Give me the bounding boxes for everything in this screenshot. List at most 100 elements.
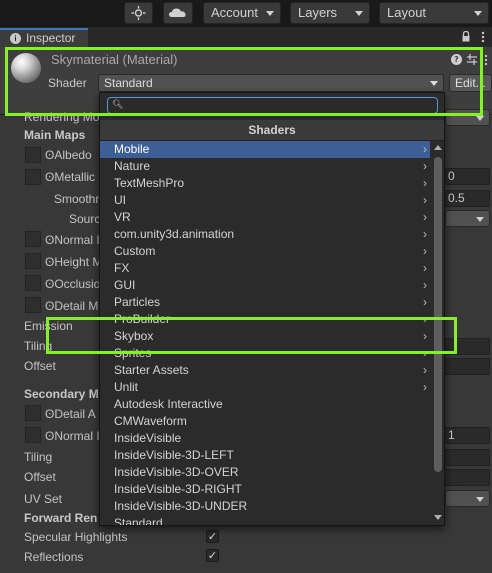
secondary-normal-label: ʘNormal I <box>45 429 100 443</box>
target-icon[interactable]: ʘ <box>45 170 54 184</box>
shader-menu-item-label: VR <box>114 210 131 224</box>
shader-menu-item[interactable]: Standard <box>100 515 430 525</box>
height-map-texture-slot[interactable] <box>25 253 41 269</box>
detail-mask-label: ʘDetail M <box>45 299 98 313</box>
target-icon[interactable]: ʘ <box>45 299 54 313</box>
normal-map-texture-slot[interactable] <box>25 231 41 247</box>
target-icon[interactable]: ʘ <box>45 277 54 291</box>
shader-menu-item-label: Starter Assets <box>114 363 189 377</box>
chevron-right-icon: › <box>423 244 427 258</box>
shader-menu-item-label: InsideVisible-3D-OVER <box>114 465 239 479</box>
chevron-down-icon <box>474 11 482 16</box>
metallic-texture-slot[interactable] <box>25 169 41 185</box>
shader-menu-item-label: CMWaveform <box>114 414 187 428</box>
shader-menu-item[interactable]: InsideVisible-3D-RIGHT <box>100 481 430 498</box>
specular-highlights-label: Specular Highlights <box>24 530 128 544</box>
main-maps-heading: Main Maps <box>24 128 86 142</box>
smoothness-value-field[interactable]: 0.5 <box>444 190 490 207</box>
shader-menu-item[interactable]: Custom › <box>100 243 430 260</box>
tab-inspector[interactable]: i Inspector <box>0 28 88 47</box>
highlight-box-skybox <box>46 317 457 354</box>
target-icon[interactable]: ʘ <box>45 148 54 162</box>
chevron-right-icon: › <box>423 193 427 207</box>
offset-2-label: Offset <box>24 470 56 484</box>
shader-menu-item[interactable]: InsideVisible-3D-UNDER <box>100 498 430 515</box>
shader-menu-item[interactable]: VR › <box>100 209 430 226</box>
chevron-right-icon: › <box>423 278 427 292</box>
layout-dropdown[interactable]: Layout <box>379 2 489 24</box>
shader-menu-item[interactable]: FX › <box>100 260 430 277</box>
occlusion-texture-slot[interactable] <box>25 275 41 291</box>
normal-map-label: ʘNormal I <box>45 233 100 247</box>
offset-field[interactable] <box>444 358 490 375</box>
collab-icon[interactable] <box>124 2 153 24</box>
shader-menu-item[interactable]: InsideVisible-3D-LEFT <box>100 447 430 464</box>
chevron-right-icon: › <box>423 142 427 156</box>
reflections-checkbox[interactable]: ✓ <box>206 549 219 562</box>
target-icon[interactable]: ʘ <box>45 255 54 269</box>
source-dropdown[interactable] <box>445 210 490 227</box>
shader-menu-item[interactable]: CMWaveform <box>100 413 430 430</box>
shader-menu-item[interactable]: Unlit › <box>100 379 430 396</box>
shader-menu-item[interactable]: UI › <box>100 192 430 209</box>
scroll-down-icon[interactable] <box>434 515 442 520</box>
shader-menu-item-label: Standard <box>114 516 163 525</box>
specular-highlights-checkbox[interactable]: ✓ <box>206 530 219 543</box>
target-icon[interactable]: ʘ <box>45 429 54 443</box>
target-icon[interactable]: ʘ <box>45 233 54 247</box>
offset-label: Offset <box>24 359 56 373</box>
shader-menu-item[interactable]: InsideVisible-3D-OVER <box>100 464 430 481</box>
shader-menu-item-label: InsideVisible <box>114 431 182 445</box>
chevron-right-icon: › <box>423 159 427 173</box>
shader-menu-item[interactable]: Nature › <box>100 158 430 175</box>
shader-menu-item[interactable]: com.unity3d.animation › <box>100 226 430 243</box>
shader-menu-item-label: Unlit <box>114 380 139 394</box>
offset-2-field[interactable] <box>444 469 490 486</box>
tab-bar: i Inspector <box>0 27 492 47</box>
chevron-down-icon <box>266 11 274 16</box>
albedo-texture-slot[interactable] <box>25 147 41 163</box>
metallic-label-text: Metallic <box>54 170 96 184</box>
metallic-value-field[interactable]: 0 <box>444 168 490 185</box>
tiling-2-label: Tiling <box>24 450 53 464</box>
shader-menu-item-label: Mobile <box>114 142 150 156</box>
chevron-right-icon: › <box>423 176 427 190</box>
uv-set-dropdown[interactable] <box>445 490 490 507</box>
account-dropdown[interactable]: Account <box>203 2 281 24</box>
shader-menu-item[interactable]: Autodesk Interactive <box>100 396 430 413</box>
secondary-normal-label-text: Normal I <box>54 429 100 443</box>
scrollbar-thumb[interactable] <box>434 157 442 472</box>
source-label: Sourc <box>69 212 101 226</box>
tab-inspector-label: Inspector <box>26 31 76 45</box>
scroll-up-icon[interactable] <box>434 145 442 150</box>
shader-menu-item-label: InsideVisible-3D-RIGHT <box>114 482 242 496</box>
detail-albedo-texture-slot[interactable] <box>25 405 41 421</box>
secondary-normal-texture-slot[interactable] <box>25 427 41 443</box>
target-icon[interactable]: ʘ <box>45 407 54 421</box>
chevron-right-icon: › <box>423 363 427 377</box>
shader-menu-item[interactable]: GUI › <box>100 277 430 294</box>
shader-menu-item-label: GUI <box>114 278 136 292</box>
detail-albedo-label: ʘDetail A <box>45 407 96 421</box>
kebab-menu-icon[interactable] <box>479 31 487 43</box>
shader-menu-item[interactable]: Starter Assets › <box>100 362 430 379</box>
tiling-2-field[interactable] <box>444 449 490 466</box>
chevron-right-icon: › <box>423 210 427 224</box>
shader-menu-item-label: Autodesk Interactive <box>114 397 223 411</box>
normal-scale-field[interactable]: 1 <box>444 427 490 444</box>
chevron-right-icon: › <box>423 295 427 309</box>
shader-menu-item[interactable]: InsideVisible <box>100 430 430 447</box>
shader-menu-item[interactable]: Mobile › <box>100 141 430 158</box>
layers-label: Layers <box>298 5 338 20</box>
detail-mask-texture-slot[interactable] <box>25 297 41 313</box>
shader-menu-item[interactable]: Particles › <box>100 294 430 311</box>
cloud-icon[interactable] <box>163 2 193 24</box>
lock-icon[interactable] <box>461 30 471 43</box>
kebab-menu-icon[interactable] <box>483 54 489 66</box>
layers-dropdown[interactable]: Layers <box>290 2 370 24</box>
info-icon: i <box>10 33 21 44</box>
chevron-down-icon <box>476 217 484 222</box>
detail-mask-label-text: Detail M <box>54 299 99 313</box>
shader-menu-item[interactable]: TextMeshPro › <box>100 175 430 192</box>
shader-menu-item-label: Custom <box>114 244 156 258</box>
